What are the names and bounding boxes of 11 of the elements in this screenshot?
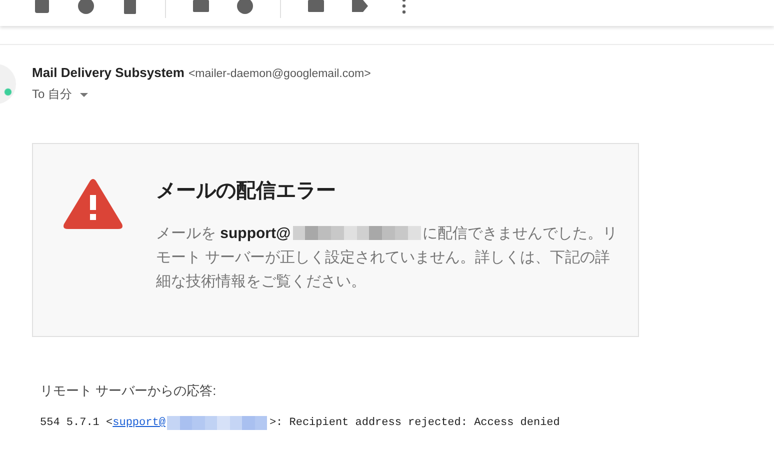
response-label: リモート サーバーからの応答: [40,382,218,400]
sender-name: Mail Delivery Subsystem [32,64,184,82]
label-icon[interactable] [351,0,369,15]
email-link[interactable]: support@ [112,417,166,429]
error-message: メールを support@ に配信できませんでした。リモート サーバーが正しく設定されていません。詳しくは、下記の詳細な技術情報をご覧ください。 [156,224,618,292]
response-text: 554 5.7.1 <support@ >: Recipient address rejected: Access denied [40,416,561,430]
warning-icon [63,178,123,230]
caret-icon [80,92,88,96]
recipient-dropdown[interactable]: To 自分 [32,86,88,103]
sender-address: <mailer-daemon@googlemail.com> [188,67,371,82]
error-title: メールの配信エラー [156,179,337,204]
